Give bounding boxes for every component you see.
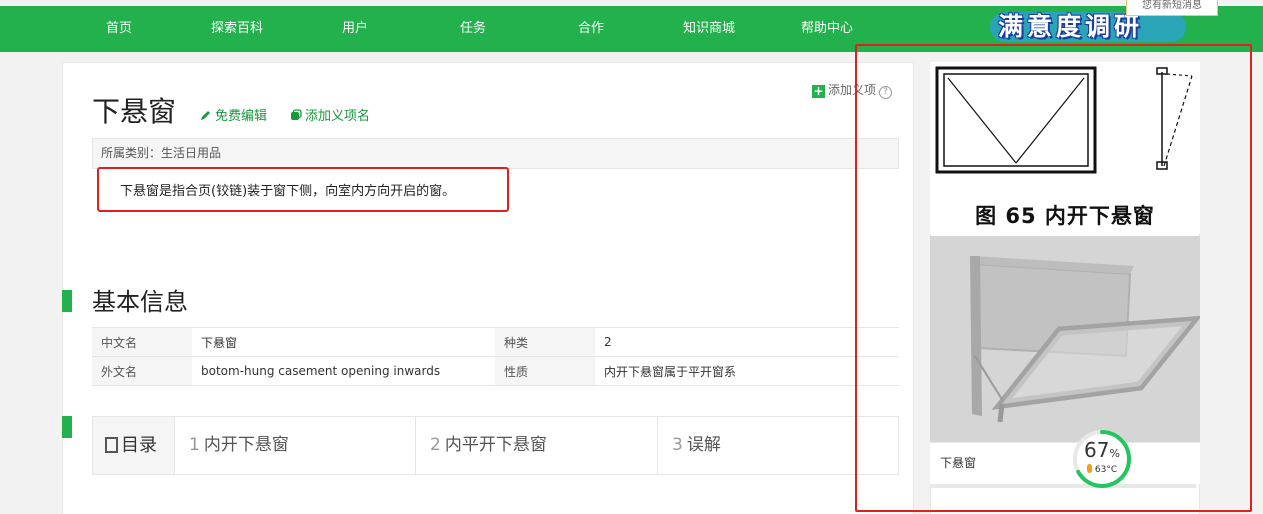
- add-sense-label: 添加义项名: [305, 109, 371, 124]
- info-key: 种类: [495, 327, 595, 357]
- info-key: 性质: [495, 356, 595, 386]
- document-icon: [105, 437, 118, 453]
- side-highlight-box: [855, 44, 1252, 512]
- toc-item-number: 1: [189, 435, 200, 455]
- page-title: 下悬窗: [92, 95, 177, 128]
- toc-item[interactable]: 2 内平开下悬窗: [416, 417, 658, 474]
- info-key: 中文名: [92, 327, 192, 357]
- copy-icon: [291, 109, 302, 120]
- info-value: 内开下悬窗属于平开窗系: [595, 356, 899, 386]
- basic-info-table: 中文名 下悬窗 种类 2 外文名 botom-hung casement ope…: [92, 327, 899, 386]
- category-bar: 所属类别：生活日用品: [92, 138, 899, 169]
- percent-number: 67: [1084, 438, 1110, 462]
- table-row: 中文名 下悬窗 种类 2: [92, 327, 899, 357]
- toc-item-number: 3: [672, 435, 683, 455]
- table-of-contents: 目录 1 内开下悬窗 2 内平开下悬窗 3 误解: [92, 416, 899, 475]
- toc-item-text: 误解: [686, 435, 721, 455]
- nav-explore[interactable]: 探索百科: [182, 6, 292, 52]
- nav-cooperation[interactable]: 合作: [536, 6, 646, 52]
- temperature: 63°C: [1071, 464, 1133, 475]
- thermometer-icon: [1086, 464, 1092, 473]
- summary-highlight-box: [97, 167, 509, 212]
- info-key: 外文名: [92, 356, 192, 386]
- temperature-value: 63°C: [1094, 465, 1118, 475]
- toc-item-text: 内平开下悬窗: [444, 435, 547, 455]
- category-value[interactable]: 生活日用品: [161, 146, 221, 160]
- section-marker: [62, 290, 72, 312]
- message-tip[interactable]: 您有新短消息: [1126, 0, 1218, 16]
- plus-icon: +: [812, 84, 825, 98]
- survey-banner-text: 满意度调研: [998, 12, 1144, 41]
- table-row: 外文名 botom-hung casement opening inwards …: [92, 356, 899, 386]
- percent-unit: %: [1109, 447, 1120, 460]
- section-marker: [62, 416, 72, 438]
- edit-button[interactable]: 免费编辑: [200, 108, 267, 126]
- nav-tasks[interactable]: 任务: [418, 6, 528, 52]
- pencil-icon: [201, 111, 210, 120]
- nav-home[interactable]: 首页: [64, 6, 174, 52]
- toc-item-text: 内开下悬窗: [203, 435, 289, 455]
- add-sense-button[interactable]: 添加义项名: [290, 108, 370, 126]
- info-value: botom-hung casement opening inwards: [192, 356, 495, 386]
- edit-label: 免费编辑: [215, 109, 268, 124]
- toc-header: 目录: [93, 417, 175, 474]
- nav-store[interactable]: 知识商城: [654, 6, 764, 52]
- basic-info-heading: 基本信息: [92, 288, 188, 316]
- toc-item-number: 2: [430, 435, 441, 455]
- toc-label: 目录: [121, 435, 157, 456]
- nav-users[interactable]: 用户: [300, 6, 410, 52]
- percent-value: 67%: [1071, 439, 1133, 465]
- toc-item[interactable]: 1 内开下悬窗: [175, 417, 416, 474]
- info-value: 2: [595, 327, 899, 357]
- performance-widget[interactable]: 67% 63°C: [1071, 428, 1133, 490]
- category-label: 所属类别：: [101, 146, 162, 160]
- info-value: 下悬窗: [192, 327, 495, 357]
